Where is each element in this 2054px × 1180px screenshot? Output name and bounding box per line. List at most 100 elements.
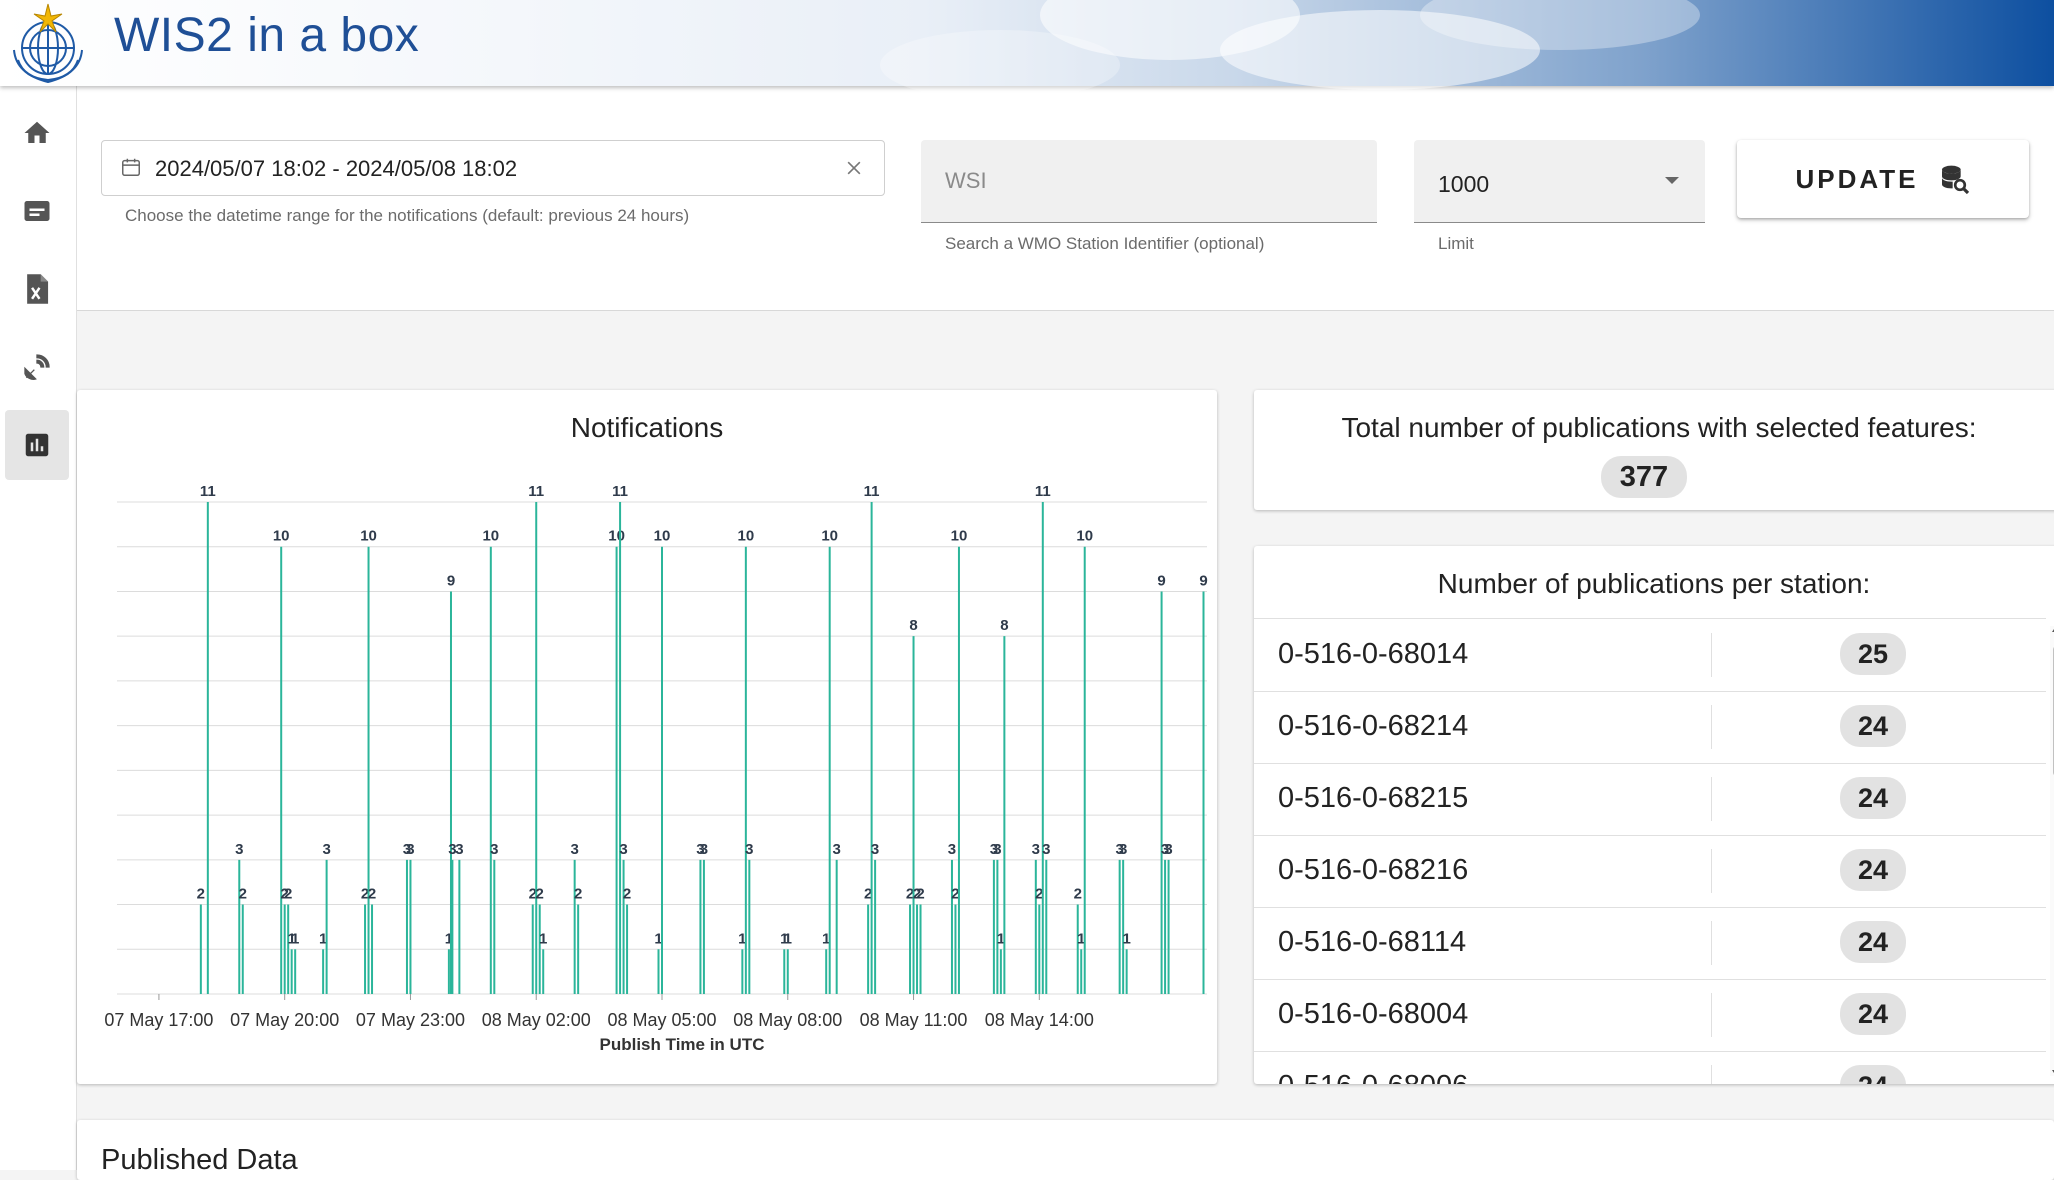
data-label: 3: [235, 841, 243, 858]
x-axis-title: Publish Time in UTC: [600, 1035, 765, 1054]
notifications-chart: 07 May 17:00 07 May 20:00 07 May 23:00 08 M…: [104, 483, 1207, 1054]
data-label: 11: [200, 483, 216, 500]
sidebar-item-monitoring[interactable]: [5, 410, 69, 480]
limit-select[interactable]: 1000: [1414, 140, 1705, 223]
x-tick-label: 08 May 08:00: [733, 1010, 842, 1030]
data-label: 3: [322, 841, 330, 858]
station-id: 0-516-0-68114: [1278, 926, 1467, 958]
data-label: 3: [570, 841, 578, 858]
total-count-badge: 377: [1601, 456, 1687, 498]
station-id: 0-516-0-68004: [1278, 998, 1469, 1030]
stations-title: Number of publications per station:: [1437, 568, 1871, 599]
data-label: 3: [455, 841, 463, 858]
update-label: UPDATE: [1795, 163, 1919, 194]
data-label: 2: [623, 886, 631, 903]
update-button[interactable]: UPDATE: [1737, 140, 2029, 218]
data-label: 11: [1035, 483, 1051, 500]
home-icon: [24, 121, 50, 143]
data-label: 2: [197, 886, 205, 903]
x-tick-label: 08 May 02:00: [482, 1010, 591, 1030]
data-label: 3: [948, 841, 956, 858]
data-label: 2: [574, 886, 582, 903]
data-label: 3: [1032, 841, 1040, 858]
data-label: 10: [1076, 528, 1093, 545]
clear-icon[interactable]: [844, 158, 864, 178]
data-label: 11: [864, 483, 880, 500]
excel-file-icon: [27, 274, 49, 304]
data-label: 2: [368, 886, 376, 903]
data-label: 3: [871, 841, 879, 858]
station-id: 0-516-0-68215: [1278, 782, 1469, 814]
published-data-card: Published Data: [77, 1120, 2054, 1180]
data-label: 1: [1122, 930, 1130, 947]
data-label: 3: [993, 841, 1001, 858]
data-label: 1: [291, 930, 299, 947]
sidebar-item-stations[interactable]: [5, 332, 69, 402]
limit-value: 1000: [1438, 171, 1490, 197]
wsi-hint: Search a WMO Station Identifier (optiona…: [945, 234, 1265, 253]
date-range-value: 2024/05/07 18:02 - 2024/05/08 18:02: [155, 156, 518, 181]
x-tick-label: 08 May 11:00: [860, 1010, 968, 1030]
data-label: 8: [1000, 617, 1008, 634]
data-label: 10: [273, 528, 290, 545]
stations-scrollbar[interactable]: [2050, 626, 2054, 1076]
date-range-field[interactable]: 2024/05/07 18:02 - 2024/05/08 18:02: [101, 140, 885, 196]
wmo-logo-icon[interactable]: [6, 2, 90, 84]
table-row[interactable]: 0-516-0-68114 24: [1254, 907, 2046, 980]
station-id: 0-516-0-68006: [1278, 1070, 1468, 1084]
sidebar-item-excel[interactable]: [5, 254, 69, 324]
data-label: 3: [745, 841, 753, 858]
x-tick-label: 07 May 17:00: [104, 1010, 213, 1030]
messages-icon: [24, 201, 50, 221]
table-row[interactable]: 0-516-0-68214 24: [1254, 691, 2046, 764]
table-row[interactable]: 0-516-0-68004 24: [1254, 979, 2046, 1052]
table-row[interactable]: 0-516-0-68006 24: [1254, 1051, 2046, 1084]
data-label: 10: [951, 528, 968, 545]
station-id: 0-516-0-68014: [1278, 638, 1469, 670]
satellite-dish-icon: [24, 354, 50, 380]
sidebar-item-messages[interactable]: [5, 176, 69, 246]
sidebar-item-home[interactable]: [5, 98, 69, 168]
table-row[interactable]: 0-516-0-68014 25: [1254, 619, 2046, 692]
count-badge: 25: [1840, 633, 1906, 675]
count-badge: 24: [1840, 849, 1906, 891]
wsi-input[interactable]: WSI: [921, 140, 1377, 223]
database-search-icon: [1942, 165, 1970, 195]
data-label: 2: [536, 886, 544, 903]
data-label: 9: [1199, 572, 1207, 589]
data-label: 2: [916, 886, 924, 903]
data-label: 10: [608, 528, 625, 545]
main-content: 2024/05/07 18:02 - 2024/05/08 18:02 Choo…: [77, 86, 2054, 1180]
chevron-down-icon: [1665, 177, 1679, 184]
table-row[interactable]: 0-516-0-68216 24: [1254, 835, 2046, 908]
data-label: 10: [654, 528, 671, 545]
wsi-placeholder: WSI: [945, 168, 987, 193]
header-cloud: [880, 30, 1120, 100]
data-label: 3: [406, 841, 414, 858]
published-data-title: Published Data: [101, 1144, 298, 1176]
data-label: 11: [612, 483, 628, 500]
total-publications-card: Total number of publications with select…: [1254, 390, 2054, 510]
data-label: 1: [539, 930, 547, 947]
data-label: 2: [284, 886, 292, 903]
count-badge: 24: [1840, 921, 1906, 963]
data-label: 3: [1119, 841, 1127, 858]
x-tick-label: 07 May 20:00: [230, 1010, 339, 1030]
data-label: 2: [239, 886, 247, 903]
data-label: 3: [619, 841, 627, 858]
data-label: 3: [1164, 841, 1172, 858]
table-row[interactable]: 0-516-0-68215 24: [1254, 763, 2046, 836]
date-range-hint: Choose the datetime range for the notifi…: [125, 206, 690, 225]
data-label: 10: [482, 528, 499, 545]
data-label: 3: [700, 841, 708, 858]
data-label: 3: [1042, 841, 1050, 858]
data-label: 10: [360, 528, 377, 545]
calendar-icon: [122, 158, 140, 176]
station-id: 0-516-0-68216: [1278, 854, 1469, 886]
data-label: 11: [528, 483, 544, 500]
bar-chart-icon: [25, 433, 49, 457]
count-badge: 24: [1840, 1065, 1906, 1084]
data-label: 2: [1074, 886, 1082, 903]
data-label: 9: [1157, 572, 1165, 589]
data-label: 1: [784, 930, 792, 947]
